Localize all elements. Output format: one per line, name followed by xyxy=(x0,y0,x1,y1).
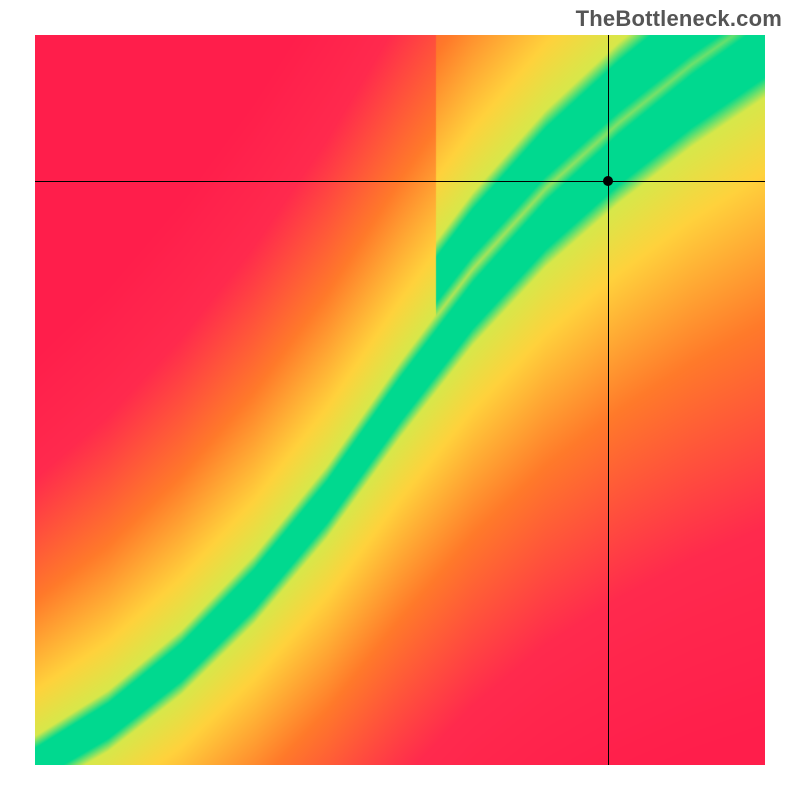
crosshair-horizontal xyxy=(35,181,765,182)
data-point-marker xyxy=(603,176,613,186)
crosshair-vertical xyxy=(608,35,609,765)
heatmap-plot xyxy=(35,35,765,765)
watermark-text: TheBottleneck.com xyxy=(576,6,782,32)
chart-stage: TheBottleneck.com xyxy=(0,0,800,800)
heatmap-canvas xyxy=(35,35,765,765)
